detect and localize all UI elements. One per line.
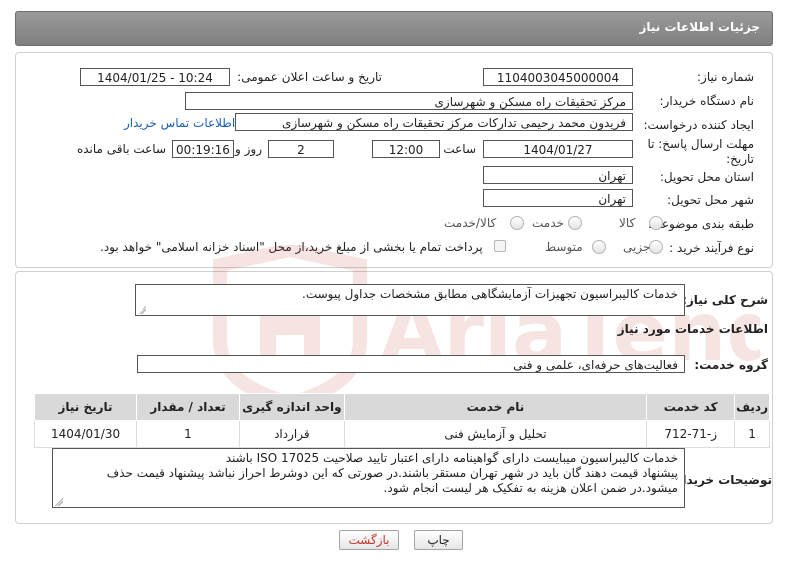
service-group-label: گروه خدمت: — [694, 358, 768, 372]
services-section-title: اطلاعات خدمات مورد نیاز — [617, 322, 768, 336]
buyer-org-field: مرکز تحقیقات راه مسکن و شهرسازی — [185, 92, 633, 110]
deadline-label: مهلت ارسال پاسخ: تا — [647, 137, 754, 151]
deadline-date-field: 1404/01/27 — [483, 140, 633, 158]
services-table: ردیف کد خدمت نام خدمت واحد اندازه گیری ت… — [33, 393, 770, 448]
deadline-date-label: تاریخ: — [726, 152, 754, 166]
cell-unit: قرارداد — [238, 420, 345, 448]
col-quantity: تعداد / مقدار — [136, 393, 240, 421]
city-label: شهر محل تحویل: — [667, 193, 754, 207]
creator-label: ایجاد کننده درخواست: — [643, 118, 754, 132]
cell-quantity: 1 — [136, 420, 240, 448]
category-radio-goods[interactable] — [649, 216, 663, 230]
col-service-code: کد خدمت — [646, 393, 736, 421]
days-label: روز و — [235, 142, 262, 156]
process-option-medium: متوسط — [545, 240, 583, 254]
table-row[interactable]: 1 ز-71-712 تحلیل و آزمایش فنی قرارداد 1 … — [33, 420, 770, 448]
process-option-minor: جزیی — [623, 240, 651, 254]
province-field: تهران — [483, 166, 633, 184]
col-need-date: تاریخ نیاز — [33, 393, 138, 421]
need-number-field: 1104003045000004 — [483, 68, 633, 86]
buyer-contact-link[interactable]: اطلاعات تماس خریدار — [124, 116, 235, 130]
service-group-field: فعالیت‌های حرفه‌ای، علمی و فنی — [137, 355, 685, 373]
col-service-name: نام خدمت — [343, 393, 648, 421]
buyer-notes-label: توضیحات خریدار: — [670, 473, 772, 487]
summary-label: شرح کلی نیاز: — [682, 293, 768, 307]
province-label: استان محل تحویل: — [659, 170, 754, 184]
process-type-label: نوع فرآیند خرید : — [669, 241, 754, 255]
process-radio-medium[interactable] — [592, 240, 606, 254]
buyer-notes-textarea: خدمات کالیبراسیون میبایست دارای گواهینام… — [52, 448, 685, 508]
process-radio-minor[interactable] — [649, 240, 663, 254]
category-label: طبقه بندی موضوعی: — [647, 217, 754, 231]
col-unit: واحد اندازه گیری — [238, 393, 345, 421]
need-number-label: شماره نیاز: — [697, 70, 754, 84]
cell-need-date: 1404/01/30 — [33, 420, 138, 448]
announce-date-field: 1404/01/25 - 10:24 — [80, 68, 230, 86]
city-field: تهران — [483, 189, 633, 207]
buyer-notes-line-2: پیشنهاد قیمت دهند گان باید در شهر تهران … — [106, 466, 678, 480]
category-option-goods: کالا — [619, 216, 636, 230]
print-button[interactable]: چاپ — [414, 530, 463, 550]
category-radio-goods-service[interactable] — [510, 216, 524, 230]
buyer-notes-line-3: میشود.در ضمن اعلان هزینه به تفکیک هر لیس… — [383, 481, 678, 495]
buyer-notes-line-1: خدمات کالیبراسیون میبایست دارای گواهینام… — [225, 451, 678, 465]
remaining-time-field: 00:19:16 — [172, 140, 234, 158]
table-header-row: ردیف کد خدمت نام خدمت واحد اندازه گیری ت… — [33, 393, 770, 421]
remaining-days-field: 2 — [268, 140, 334, 158]
back-button[interactable]: بازگشت — [339, 530, 399, 550]
cell-row-number: 1 — [734, 420, 770, 448]
remaining-time-label: ساعت باقی مانده — [76, 142, 166, 156]
treasury-payment-checkbox[interactable] — [494, 240, 506, 252]
category-option-goods-service: کالا/خدمت — [444, 216, 497, 230]
treasury-payment-note: پرداخت تمام یا بخشی از مبلغ خرید،از محل … — [100, 240, 483, 254]
resize-grip-icon[interactable] — [138, 306, 146, 314]
category-radio-service[interactable] — [568, 216, 582, 230]
buyer-org-label: نام دستگاه خریدار: — [659, 94, 755, 108]
category-option-service: خدمت — [532, 216, 564, 230]
page-title: جزئیات اطلاعات نیاز — [639, 20, 760, 34]
summary-text: خدمات کالیبراسیون تجهیزات آزمایشگاهی مطا… — [302, 287, 678, 301]
announce-date-label: تاریخ و ساعت اعلان عمومی: — [237, 70, 382, 84]
cell-service-code: ز-71-712 — [646, 420, 736, 448]
deadline-time-label: ساعت — [443, 142, 476, 156]
deadline-time-field: 12:00 — [372, 140, 440, 158]
resize-grip-icon[interactable] — [55, 498, 63, 506]
col-row-number: ردیف — [734, 393, 770, 421]
summary-textarea: خدمات کالیبراسیون تجهیزات آزمایشگاهی مطا… — [135, 284, 685, 316]
page-header: جزئیات اطلاعات نیاز — [15, 11, 773, 46]
creator-field: فریدون محمد رحیمی تدارکات مرکز تحقیقات ر… — [235, 113, 633, 131]
cell-service-name: تحلیل و آزمایش فنی — [343, 420, 648, 448]
